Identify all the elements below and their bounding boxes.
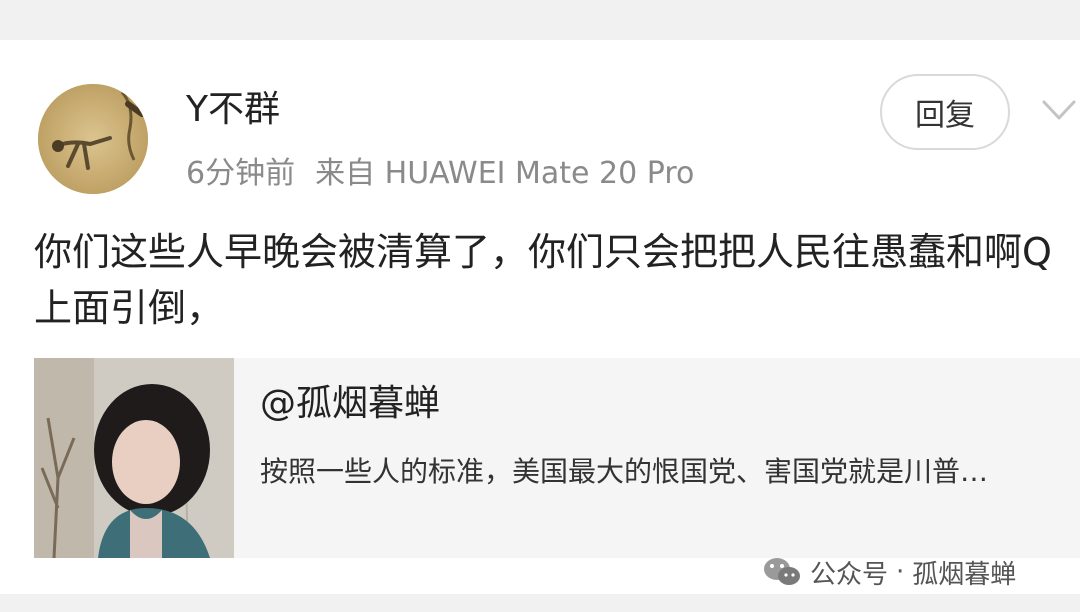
- watermark-account: 孤烟暮蝉: [912, 559, 1017, 590]
- watermark: 公众号 · 孤烟暮蝉: [762, 552, 1016, 592]
- quoted-post-excerpt: 按照一些人的标准，美国最大的恨国党、害国党就是川普…: [260, 455, 989, 488]
- comment-card: Y不群 6分钟前 来自 HUAWEI Mate 20 Pro 回复 你们这些人早晚…: [0, 40, 1080, 594]
- watermark-platform: 公众号: [810, 559, 889, 590]
- user-avatar[interactable]: [38, 84, 148, 194]
- quoted-post[interactable]: @孤烟暮蝉 按照一些人的标准，美国最大的恨国党、害国党就是川普…: [34, 358, 1080, 558]
- wechat-icon: [764, 558, 800, 585]
- reply-button[interactable]: 回复: [880, 74, 1010, 150]
- chevron-down-icon[interactable]: [1038, 92, 1080, 128]
- watermark-separator: ·: [896, 557, 905, 587]
- quoted-post-author[interactable]: @孤烟暮蝉: [260, 380, 440, 428]
- comment-time: 6分钟前: [186, 156, 296, 191]
- avatar-image: [38, 84, 148, 194]
- comment-source: 来自 HUAWEI Mate 20 Pro: [315, 156, 695, 191]
- comment-meta: 6分钟前 来自 HUAWEI Mate 20 Pro: [186, 154, 694, 194]
- comment-text: 你们这些人早晚会被清算了，你们只会把把人民往愚蠢和啊Q上面引倒，: [34, 230, 1052, 330]
- username[interactable]: Y不群: [186, 88, 280, 132]
- quoted-post-image: [34, 358, 234, 558]
